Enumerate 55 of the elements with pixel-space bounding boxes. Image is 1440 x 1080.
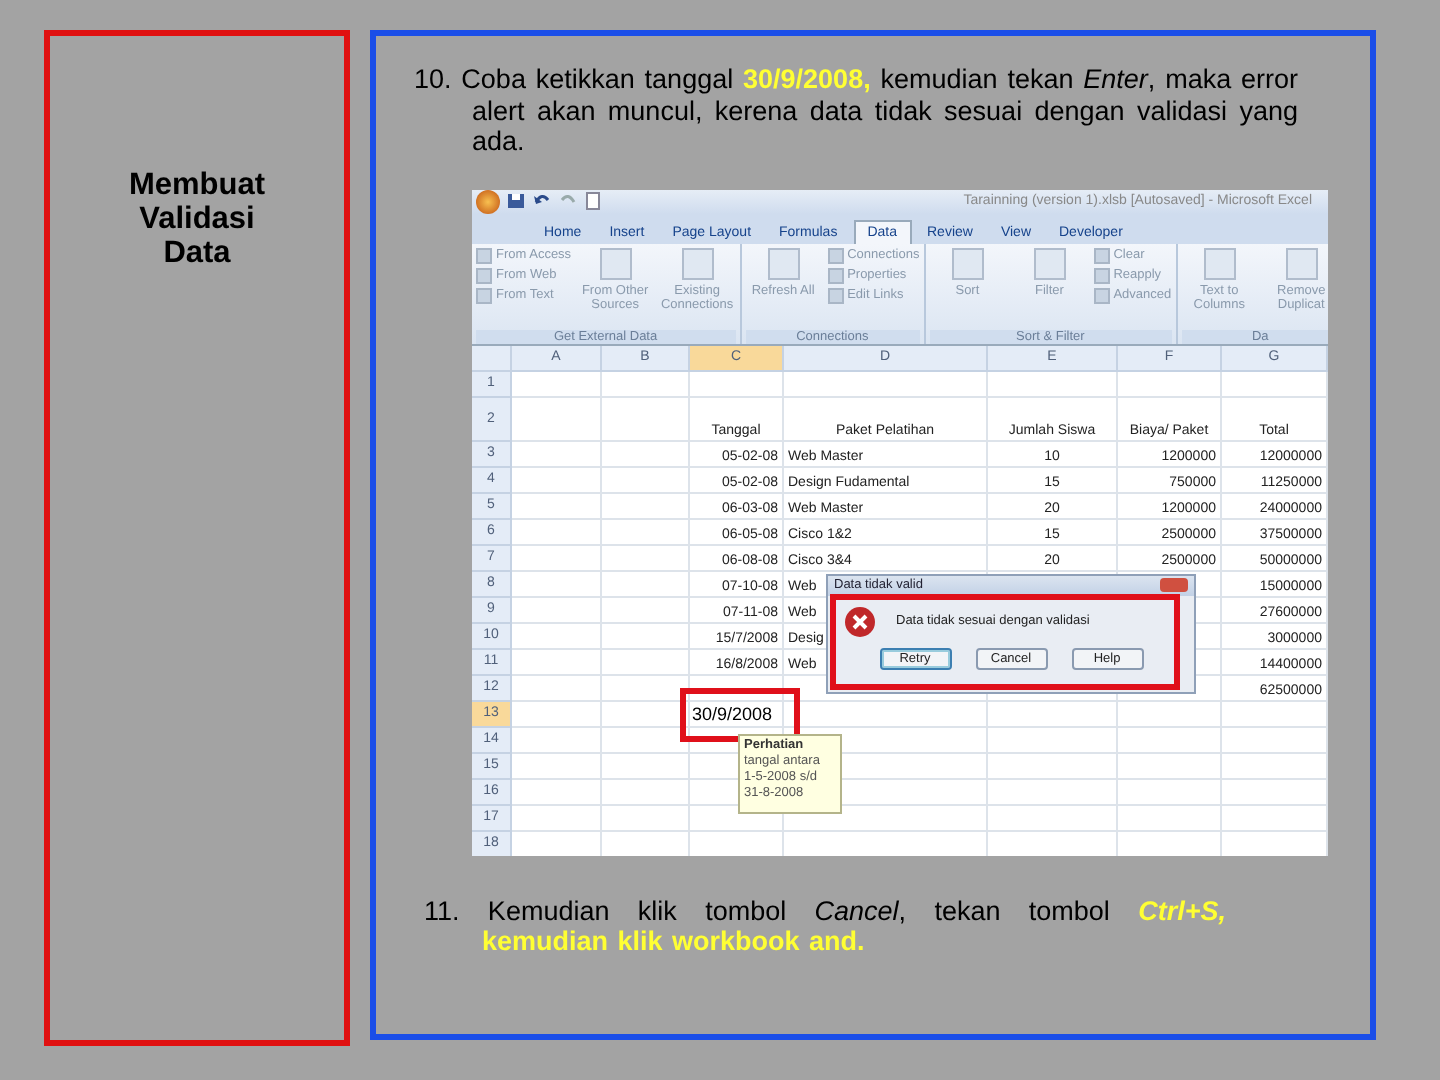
empty-cell xyxy=(1222,805,1328,831)
empty-cell xyxy=(1118,727,1222,753)
empty-cell xyxy=(1118,371,1222,397)
document-icon[interactable] xyxy=(584,192,602,210)
empty-cell xyxy=(602,545,690,571)
error-icon xyxy=(844,605,876,637)
empty-cell xyxy=(602,753,690,779)
empty-cell xyxy=(1222,779,1328,805)
command-icon xyxy=(1033,247,1066,279)
undo-icon[interactable] xyxy=(532,192,552,210)
empty-cell xyxy=(988,753,1118,779)
empty-cell xyxy=(988,701,1118,727)
office-button[interactable] xyxy=(476,189,500,213)
empty-cell xyxy=(1222,727,1328,753)
empty-cell xyxy=(602,727,690,753)
empty-cell xyxy=(602,597,690,623)
empty-cell xyxy=(602,467,690,493)
empty-cell xyxy=(602,519,690,545)
empty-cell xyxy=(1222,753,1328,779)
table-cell: 30/9/2008 xyxy=(690,701,784,727)
slide-title: Membuat Validasi Data xyxy=(126,168,268,270)
command-icon xyxy=(681,247,714,279)
command-icon xyxy=(599,247,632,279)
close-button[interactable] xyxy=(1160,578,1188,592)
empty-cell xyxy=(602,701,690,727)
step-text: 10. Coba ketikkan tanggal 30/9/2008, kemudian tekan Enter, maka error alert akan muncul, kerena data tidak sesuai dengan validasi yang ada. xyxy=(414,64,1298,157)
empty-cell xyxy=(602,649,690,675)
empty-cell xyxy=(1118,701,1222,727)
empty-cell xyxy=(988,371,1118,397)
empty-cell xyxy=(690,371,784,397)
empty-cell xyxy=(988,779,1118,805)
empty-cell xyxy=(602,441,690,467)
command-icon xyxy=(767,247,800,279)
empty-cell xyxy=(1118,779,1222,805)
empty-cell xyxy=(602,571,690,597)
empty-cell xyxy=(1222,701,1328,727)
empty-cell xyxy=(602,805,690,831)
empty-cell xyxy=(988,727,1118,753)
empty-cell xyxy=(988,805,1118,831)
empty-cell xyxy=(602,397,690,441)
save-icon[interactable] xyxy=(506,192,526,210)
empty-cell xyxy=(1222,371,1328,397)
empty-cell xyxy=(1118,753,1222,779)
empty-cell xyxy=(1118,805,1222,831)
step-text: 11. Kemudian klik tombol Cancel, tekan tombol Ctrl+S, kemudian klik workbook and. xyxy=(424,895,1226,957)
empty-cell xyxy=(690,675,784,701)
empty-cell xyxy=(602,623,690,649)
command-icon xyxy=(1203,247,1236,279)
command-icon xyxy=(951,247,984,279)
select-all-corner[interactable] xyxy=(472,345,512,371)
empty-cell xyxy=(602,371,690,397)
empty-cell xyxy=(602,493,690,519)
empty-cell xyxy=(602,675,690,701)
empty-cell xyxy=(602,779,690,805)
command-icon xyxy=(1285,247,1318,279)
